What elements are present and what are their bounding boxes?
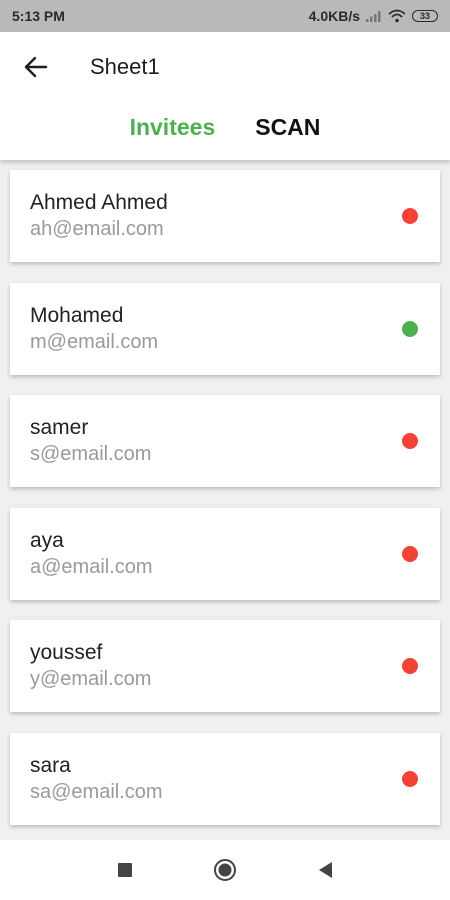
invitee-name: aya xyxy=(30,528,64,552)
invitee-name: samer xyxy=(30,416,89,439)
status-dot xyxy=(402,658,418,674)
app-header: Sheet1 Invitees SCAN xyxy=(0,32,450,160)
invitee-name: sara xyxy=(30,753,71,777)
system-nav-bar xyxy=(0,840,450,900)
invitee-card[interactable]: Mohamed m@email.com xyxy=(10,282,440,375)
tab-scan[interactable]: SCAN xyxy=(255,114,320,141)
battery-icon: 33 xyxy=(412,10,438,22)
invitee-email: sa@email.com xyxy=(30,780,163,803)
battery-level: 33 xyxy=(419,10,430,21)
invitee-card[interactable]: samer s@email.com xyxy=(10,395,440,487)
invitee-name: youssef xyxy=(30,641,103,664)
tab-bar: Invitees SCAN xyxy=(0,114,450,141)
invitee-card[interactable]: Ahmed Ahmed ah@email.com xyxy=(10,170,440,262)
back-triangle-icon[interactable] xyxy=(310,855,340,885)
status-dot xyxy=(402,545,418,562)
app-screen: 5:13 PM 4.0KB/s 33 Sheet1 Invitees SCAN … xyxy=(0,0,450,900)
invitee-name: Ahmed Ahmed xyxy=(30,191,168,214)
tab-invitees[interactable]: Invitees xyxy=(130,114,216,141)
status-dot xyxy=(402,208,418,224)
back-button[interactable] xyxy=(18,52,54,82)
status-time: 5:13 PM xyxy=(12,8,65,24)
status-dot xyxy=(402,320,418,337)
arrow-left-icon xyxy=(24,56,48,78)
home-circle-icon[interactable] xyxy=(210,855,240,885)
invitee-name: Mohamed xyxy=(30,303,124,327)
wifi-icon xyxy=(388,9,406,23)
invitee-card[interactable]: sara sa@email.com xyxy=(10,732,440,825)
invitee-email: s@email.com xyxy=(30,443,152,465)
status-dot xyxy=(402,433,418,449)
invitee-email: y@email.com xyxy=(30,668,152,690)
recents-square-icon[interactable] xyxy=(110,855,140,885)
signal-icon xyxy=(366,10,382,22)
status-indicators: 4.0KB/s 33 xyxy=(309,8,438,24)
page-title: Sheet1 xyxy=(90,54,160,79)
network-speed: 4.0KB/s xyxy=(308,8,360,24)
invitee-card[interactable]: aya a@email.com xyxy=(10,507,440,600)
invitee-email: ah@email.com xyxy=(30,218,164,240)
invitee-card[interactable]: youssef y@email.com xyxy=(10,620,440,712)
invitee-list: Ahmed Ahmed ah@email.com Mohamed m@email… xyxy=(10,170,440,845)
status-bar: 5:13 PM 4.0KB/s 33 xyxy=(0,0,450,32)
status-dot xyxy=(402,770,418,787)
invitee-email: a@email.com xyxy=(30,555,153,578)
invitee-email: m@email.com xyxy=(30,330,159,353)
